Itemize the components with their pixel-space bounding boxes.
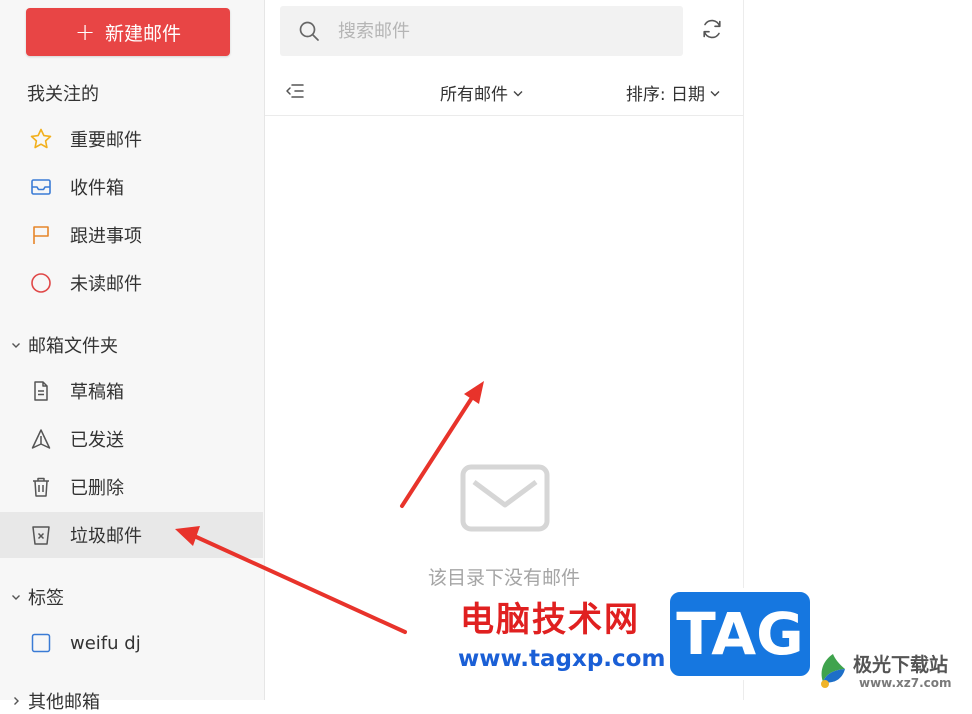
- sidebar-item-drafts[interactable]: 草稿箱: [0, 368, 263, 414]
- tag-logo: TAG: [666, 588, 814, 680]
- inbox-icon: [28, 174, 54, 200]
- chevron-down-icon: [709, 87, 721, 99]
- chevron-down-icon: [512, 87, 524, 99]
- search-input[interactable]: [336, 19, 660, 43]
- sidebar-item-label: 收件箱: [70, 178, 124, 199]
- star-icon: [28, 126, 54, 152]
- sidebar-item-label: 跟进事项: [70, 226, 142, 247]
- sidebar-item-followup[interactable]: 跟进事项: [0, 212, 263, 258]
- sidebar-item-label: 重要邮件: [70, 130, 142, 151]
- sidebar-item-label: 未读邮件: [70, 274, 142, 295]
- spam-icon: [28, 522, 54, 548]
- list-toolbar: 所有邮件 排序: 日期: [265, 68, 743, 116]
- sidebar-item-spam[interactable]: 垃圾邮件: [0, 512, 263, 558]
- trash-icon: [28, 474, 54, 500]
- plus-icon: +: [74, 18, 96, 46]
- tag-square-icon: [28, 630, 54, 656]
- search-icon: [298, 20, 320, 42]
- other-mailboxes-title: 其他邮箱: [28, 692, 100, 713]
- refresh-icon: [700, 17, 724, 45]
- compose-label: 新建邮件: [105, 22, 182, 45]
- chevron-down-icon: [10, 591, 24, 603]
- compose-button[interactable]: + 新建邮件: [26, 8, 230, 56]
- sidebar-item-label: weifu dj: [70, 632, 141, 654]
- folders-section-title: 邮箱文件夹: [28, 336, 118, 357]
- sidebar-item-tag-weifu[interactable]: weifu dj: [0, 620, 263, 666]
- circle-icon: [28, 270, 54, 296]
- sidebar-item-important[interactable]: 重要邮件: [0, 116, 263, 162]
- sort-label: 排序: 日期: [625, 85, 705, 105]
- brand-logo-icon: [815, 652, 851, 694]
- collapse-list-icon[interactable]: [285, 82, 305, 104]
- sidebar: + 新建邮件 我关注的 重要邮件 收件箱 跟进事项 未读邮件 邮箱文件夹 草稿箱…: [0, 0, 265, 713]
- tags-section-header[interactable]: 标签: [0, 584, 64, 610]
- watermark-site-text: 电脑技术网: [460, 600, 640, 640]
- watermark-site-url: www.tagxp.com: [458, 646, 666, 672]
- flag-icon: [28, 222, 54, 248]
- filter-label: 所有邮件: [440, 85, 508, 105]
- other-mailboxes-section-header[interactable]: 其他邮箱: [0, 688, 100, 714]
- favorites-section-title: 我关注的: [27, 84, 99, 105]
- empty-state-text: 该目录下没有邮件: [427, 567, 580, 589]
- filter-dropdown[interactable]: 所有邮件: [440, 80, 524, 105]
- chevron-down-icon: [10, 339, 24, 351]
- sidebar-item-label: 草稿箱: [70, 382, 124, 403]
- sidebar-item-label: 垃圾邮件: [70, 526, 142, 547]
- folders-section-header[interactable]: 邮箱文件夹: [0, 332, 118, 358]
- sidebar-item-inbox[interactable]: 收件箱: [0, 164, 263, 210]
- brand-url: www.xz7.com: [859, 676, 952, 690]
- tags-section-title: 标签: [28, 588, 64, 609]
- sort-dropdown[interactable]: 排序: 日期: [626, 80, 721, 105]
- chevron-right-icon: [10, 695, 24, 707]
- sidebar-item-unread[interactable]: 未读邮件: [0, 260, 263, 306]
- sidebar-item-label: 已删除: [70, 478, 124, 499]
- sidebar-item-sent[interactable]: 已发送: [0, 416, 263, 462]
- sidebar-item-label: 已发送: [70, 430, 124, 451]
- brand-watermark: 极光下载站 www.xz7.com: [815, 646, 972, 700]
- sidebar-item-deleted[interactable]: 已删除: [0, 464, 263, 510]
- empty-mail-icon: [460, 464, 550, 536]
- refresh-button[interactable]: [699, 18, 725, 44]
- sent-icon: [28, 426, 54, 452]
- draft-icon: [28, 378, 54, 404]
- brand-name: 极光下载站: [853, 654, 949, 676]
- search-box[interactable]: [280, 6, 683, 56]
